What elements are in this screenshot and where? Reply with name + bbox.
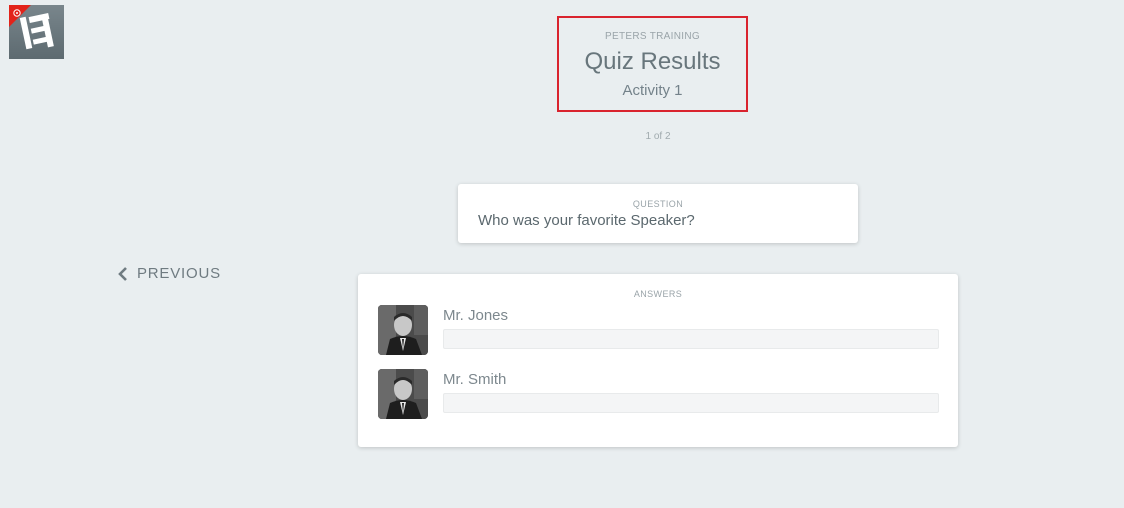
- avatar: [378, 369, 428, 419]
- answer-row: Mr. Jones: [378, 305, 939, 355]
- previous-label: PREVIOUS: [137, 265, 221, 282]
- page-title: Quiz Results: [584, 48, 721, 75]
- chevron-left-icon: [117, 266, 129, 282]
- page-counter: 1 of 2: [645, 131, 671, 142]
- answer-result-bar: [443, 393, 939, 413]
- organization-name: PETERS TRAINING: [605, 31, 700, 42]
- question-card: QUESTION Who was your favorite Speaker?: [458, 184, 858, 243]
- answer-result-bar: [443, 329, 939, 349]
- answer-name: Mr. Jones: [443, 307, 509, 324]
- avatar: [378, 305, 428, 355]
- question-label: QUESTION: [632, 199, 684, 209]
- answers-card: ANSWERS Mr. Jones Mr. Smith: [358, 274, 958, 447]
- activity-name: Activity 1: [622, 82, 683, 99]
- answer-row: Mr. Smith: [378, 369, 939, 419]
- app-logo: [9, 5, 64, 59]
- quiz-title-box: PETERS TRAINING Quiz Results Activity 1: [557, 16, 748, 112]
- question-text: Who was your favorite Speaker?: [478, 212, 695, 229]
- answers-label: ANSWERS: [633, 289, 683, 299]
- previous-button[interactable]: PREVIOUS: [117, 265, 221, 282]
- answer-name: Mr. Smith: [443, 371, 507, 388]
